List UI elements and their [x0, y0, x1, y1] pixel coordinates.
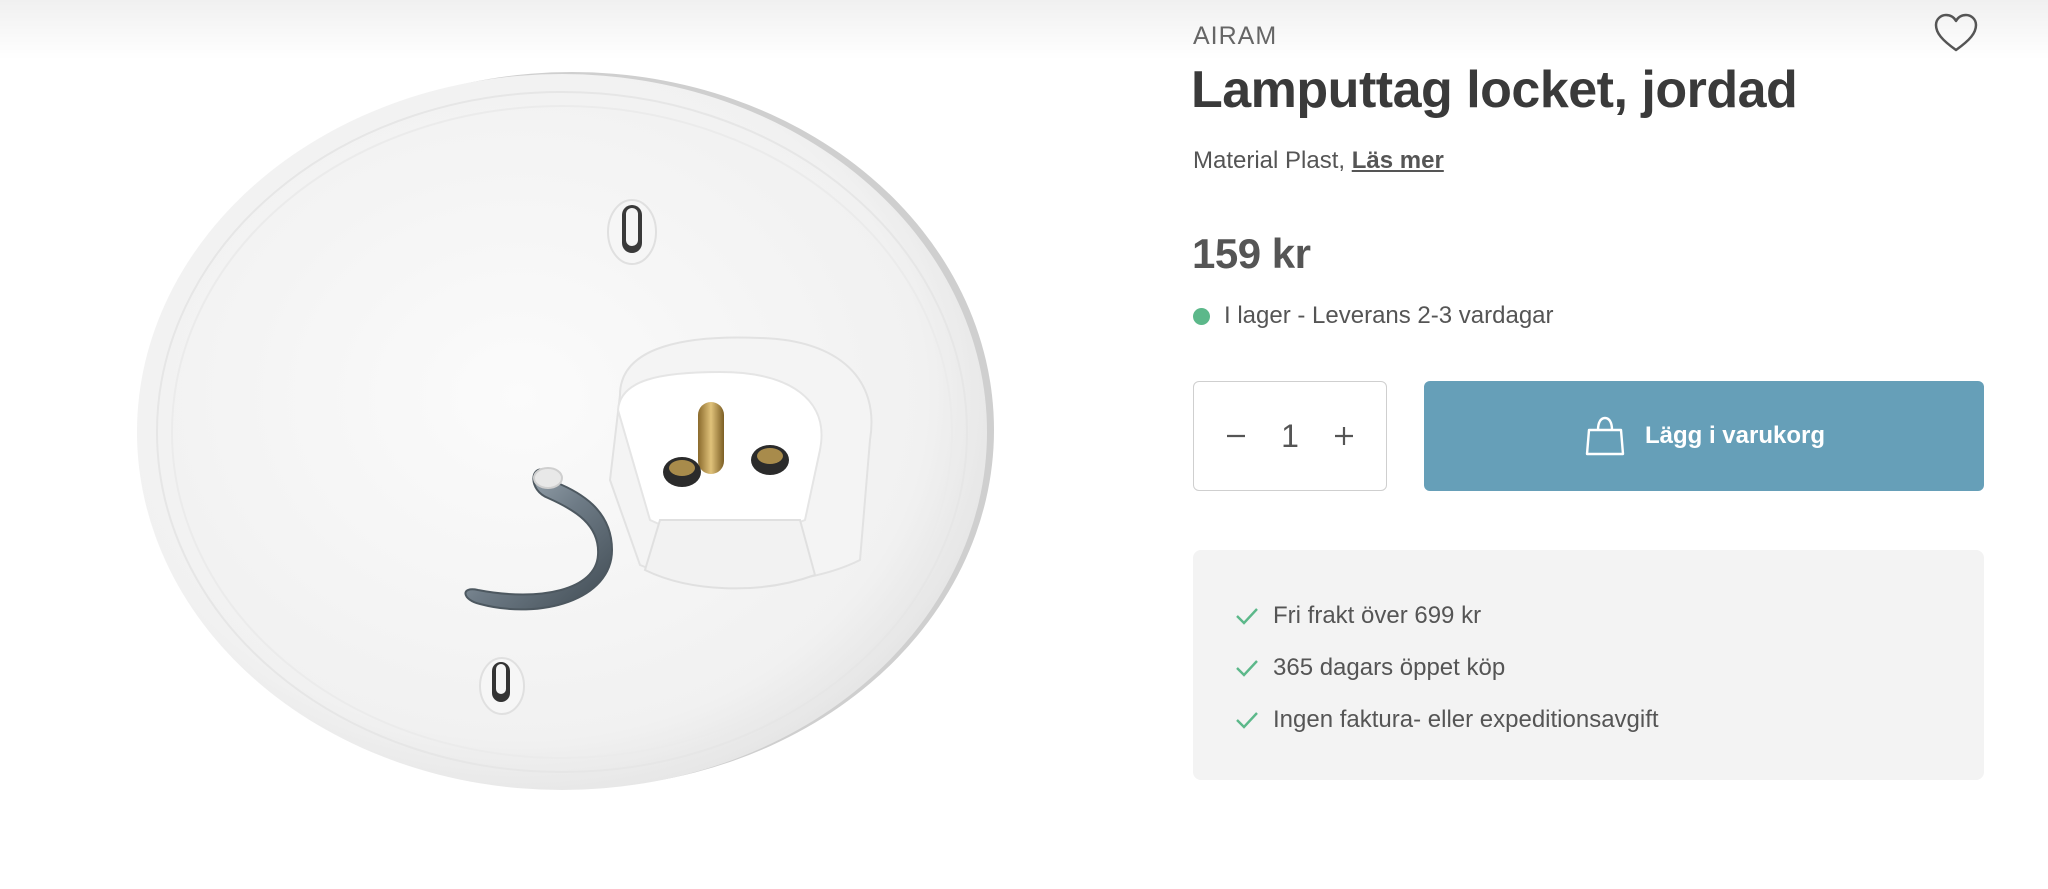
- add-to-cart-label: Lägg i varukorg: [1644, 422, 1826, 449]
- brand-label[interactable]: AIRAM: [1193, 22, 1277, 51]
- product-title: Lamputtag locket, jordad: [1191, 61, 1798, 119]
- quantity-stepper: [1193, 381, 1387, 491]
- product-price: 159 kr: [1192, 230, 1311, 277]
- usp-text: Ingen faktura- eller expeditionsavgift: [1273, 706, 1659, 733]
- ceiling-socket-photo: [137, 72, 994, 790]
- minus-icon: [1227, 434, 1245, 438]
- stock-status: I lager - Leverans 2-3 vardagar: [1193, 302, 1554, 330]
- check-icon: [1235, 606, 1259, 626]
- quantity-decrement-button[interactable]: [1222, 422, 1250, 450]
- material-text: Material Plast,: [1193, 147, 1346, 174]
- plus-icon: [1335, 427, 1353, 445]
- read-more-link[interactable]: Läs mer: [1352, 147, 1444, 174]
- usp-text: 365 dagars öppet köp: [1273, 654, 1506, 681]
- quantity-input[interactable]: [1270, 417, 1310, 455]
- check-icon: [1235, 658, 1259, 678]
- material-info: Material Plast, Läs mer: [1193, 147, 1444, 175]
- product-image[interactable]: [0, 0, 1150, 889]
- stock-text: I lager - Leverans 2-3 vardagar: [1224, 302, 1554, 329]
- usp-text: Fri frakt över 699 kr: [1273, 602, 1482, 629]
- add-to-cart-button[interactable]: Lägg i varukorg: [1424, 381, 1984, 491]
- usp-item: 365 dagars öppet köp: [1235, 642, 1942, 694]
- check-icon: [1235, 710, 1259, 730]
- favorite-button[interactable]: [1930, 8, 1982, 58]
- quantity-increment-button[interactable]: [1330, 422, 1358, 450]
- usp-item: Fri frakt över 699 kr: [1235, 590, 1942, 642]
- usp-item: Ingen faktura- eller expeditionsavgift: [1235, 694, 1942, 746]
- heart-icon: [1934, 13, 1978, 52]
- usp-list: Fri frakt över 699 kr 365 dagars öppet k…: [1193, 550, 1984, 780]
- shopping-bag-icon: [1583, 416, 1627, 456]
- in-stock-indicator: [1193, 307, 1210, 325]
